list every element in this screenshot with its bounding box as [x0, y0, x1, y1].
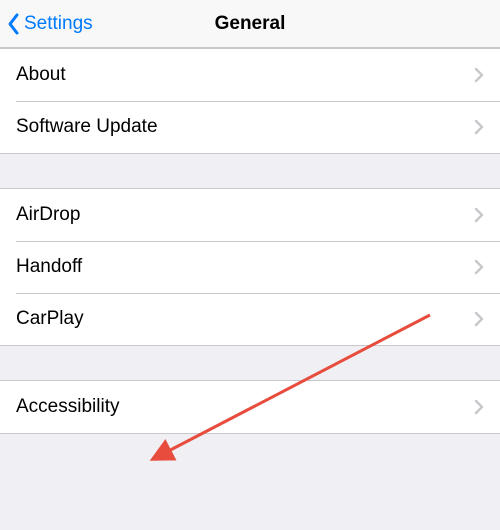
back-button[interactable]: Settings	[0, 12, 93, 36]
row-software-update[interactable]: Software Update	[0, 101, 500, 153]
chevron-right-icon	[474, 311, 484, 327]
back-label: Settings	[24, 13, 93, 35]
settings-group: Accessibility	[0, 380, 500, 434]
row-handoff[interactable]: Handoff	[0, 241, 500, 293]
chevron-right-icon	[474, 207, 484, 223]
row-label: About	[16, 64, 474, 86]
row-carplay[interactable]: CarPlay	[0, 293, 500, 345]
row-label: AirDrop	[16, 204, 474, 226]
settings-group: AirDrop Handoff CarPlay	[0, 188, 500, 346]
chevron-right-icon	[474, 399, 484, 415]
settings-group: About Software Update	[0, 48, 500, 154]
row-label: Software Update	[16, 116, 474, 138]
row-label: Accessibility	[16, 396, 474, 418]
row-about[interactable]: About	[0, 49, 500, 101]
chevron-right-icon	[474, 119, 484, 135]
chevron-right-icon	[474, 67, 484, 83]
row-label: CarPlay	[16, 308, 474, 330]
row-accessibility[interactable]: Accessibility	[0, 381, 500, 433]
navigation-bar: Settings General	[0, 0, 500, 48]
chevron-left-icon	[6, 12, 20, 36]
row-label: Handoff	[16, 256, 474, 278]
chevron-right-icon	[474, 259, 484, 275]
row-airdrop[interactable]: AirDrop	[0, 189, 500, 241]
